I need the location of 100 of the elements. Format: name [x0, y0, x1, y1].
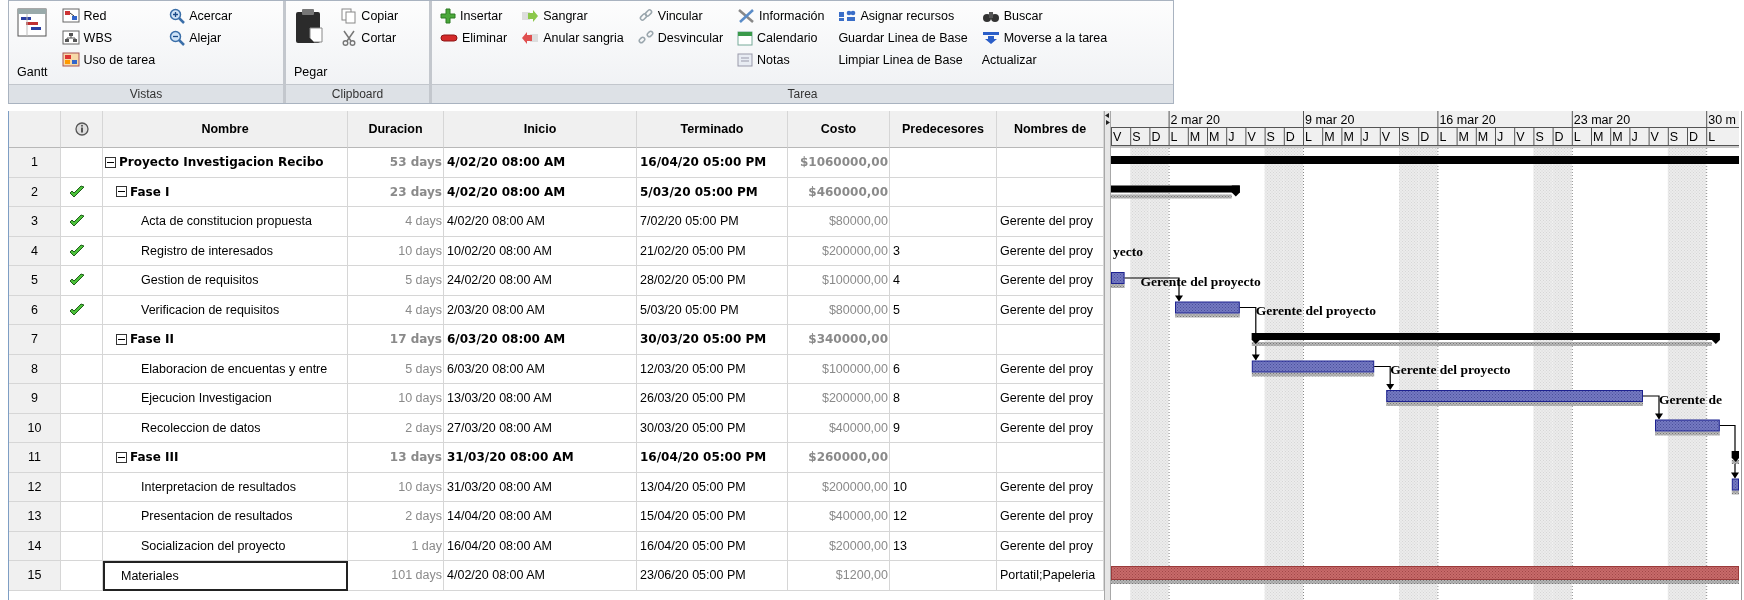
collapse-toggle-icon[interactable]: [116, 186, 127, 198]
copy-icon: [341, 7, 358, 24]
column-header[interactable]: Nombre: [103, 111, 348, 148]
table-cell: 26/03/20 05:00 PM: [637, 384, 788, 414]
ribbon-button[interactable]: Sangrar: [519, 5, 626, 26]
table-cell: 28/02/20 05:00 PM: [637, 266, 788, 296]
ribbon-button[interactable]: Vincular: [635, 5, 726, 26]
column-header[interactable]: Terminado: [637, 111, 788, 148]
table-cell: 4/02/20 08:00 AM: [444, 561, 637, 591]
table-cell: 15/04/20 05:00 PM: [637, 502, 788, 532]
ribbon-button[interactable]: Pegar: [292, 5, 330, 81]
ribbon-button[interactable]: Gantt: [15, 5, 50, 81]
hierarchy-icon: [61, 30, 80, 45]
ribbon-button[interactable]: Alejar: [167, 27, 235, 48]
collapse-toggle-icon[interactable]: [105, 156, 116, 168]
table-cell: 12: [890, 502, 997, 532]
day-label: D: [1554, 130, 1564, 144]
task-name: Interpretacion de resultados: [141, 479, 296, 494]
collapse-toggle-icon[interactable]: [116, 451, 127, 463]
group-label: Tarea: [432, 84, 1173, 103]
baseline-bar: [1731, 490, 1739, 495]
column-header[interactable]: Duracion: [348, 111, 444, 148]
ribbon-button[interactable]: Uso de tarea: [59, 49, 158, 70]
task-name: Gestion de requisitos: [141, 273, 259, 288]
plus-icon: [440, 7, 456, 24]
column-header[interactable]: Predecesores: [890, 111, 997, 148]
day-label: S: [1669, 130, 1679, 144]
table-cell: 2/03/20 08:00 AM: [444, 295, 637, 325]
table-cell: $200000,00: [788, 472, 890, 502]
ribbon-button[interactable]: Cortar: [339, 27, 401, 48]
indent-arrow-icon: [521, 8, 540, 23]
clipboard-icon: [294, 8, 324, 44]
ribbon-button[interactable]: Copiar: [339, 5, 401, 26]
row-number: 2: [9, 177, 61, 207]
table-cell: 5/03/20 05:00 PM: [637, 177, 788, 207]
ribbon-button[interactable]: Insertar: [438, 5, 510, 26]
task-name: Acta de constitucion propuesta: [141, 214, 312, 229]
day-label: V: [1381, 130, 1391, 144]
ribbon-button[interactable]: Guardar Linea de Base: [836, 27, 970, 48]
people-icon: [838, 8, 857, 23]
table-cell: $80000,00: [788, 295, 890, 325]
ribbon-button[interactable]: Asignar recursos: [836, 5, 970, 26]
table-cell: 12/03/20 05:00 PM: [637, 354, 788, 384]
collapse-toggle-icon[interactable]: [116, 333, 127, 345]
ribbon-button[interactable]: Limpiar Linea de Base: [836, 49, 970, 70]
day-label: M: [1612, 130, 1623, 144]
column-header[interactable]: [61, 111, 103, 148]
usage-grid-icon: [61, 52, 80, 67]
summary-bar: [1731, 451, 1739, 462]
zoom-out-icon: [169, 29, 186, 46]
task-name: Recoleccion de datos: [141, 420, 261, 435]
week-label: 23 mar 20: [1573, 113, 1631, 127]
ribbon-button[interactable]: Eliminar: [438, 27, 510, 48]
ribbon-button[interactable]: Acercar: [167, 5, 235, 26]
table-cell: 4/02/20 08:00 AM: [444, 148, 637, 178]
task-name: Fase III: [130, 450, 179, 465]
bar-label: yecto: [1113, 244, 1143, 259]
ribbon-button[interactable]: Actualizar: [979, 49, 1110, 70]
calendar-icon: [737, 29, 754, 46]
table-cell: 6: [890, 354, 997, 384]
row-number: 14: [9, 531, 61, 561]
column-header[interactable]: Costo: [788, 111, 890, 148]
task-name: Elaboracion de encuentas y entre: [141, 361, 328, 376]
ribbon-button[interactable]: Calendario: [735, 27, 827, 48]
table-cell: 13 days: [348, 443, 444, 473]
splitter-arrows-icon: [1105, 113, 1110, 125]
table-cell: 16/04/20 05:00 PM: [637, 443, 788, 473]
table-cell: 30/03/20 05:00 PM: [637, 325, 788, 355]
bar-label: Gerente del proyecto: [1390, 362, 1511, 377]
scissors-icon: [341, 29, 358, 46]
table-cell: 9: [890, 413, 997, 443]
info-icon: [74, 122, 89, 136]
day-label: V: [1650, 130, 1659, 144]
ribbon-button[interactable]: Información: [735, 5, 827, 26]
group-label: Clipboard: [286, 84, 429, 103]
table-cell: 101 days: [348, 561, 444, 591]
ribbon-button[interactable]: Notas: [735, 49, 827, 70]
table-cell: 16/04/20 05:00 PM: [637, 531, 788, 561]
day-label: M: [1477, 130, 1489, 144]
row-number: 4: [9, 236, 61, 266]
gantt-chart-icon: [17, 8, 47, 38]
table-cell: $100000,00: [788, 354, 890, 384]
zoom-in-icon: [169, 7, 186, 24]
ribbon-button[interactable]: Desvincular: [635, 27, 726, 48]
day-label: M: [1593, 130, 1604, 144]
row-number: 7: [9, 325, 61, 355]
table-cell: 10 days: [348, 236, 444, 266]
day-label: V: [1516, 130, 1525, 144]
ribbon-button[interactable]: Buscar: [979, 5, 1110, 26]
day-label: L: [1305, 130, 1312, 144]
ribbon-button[interactable]: Moverse a la tarea: [979, 27, 1110, 48]
ribbon-button[interactable]: Red: [59, 5, 158, 26]
table-cell: 5/03/20 05:00 PM: [637, 295, 788, 325]
table-cell: 21/02/20 05:00 PM: [637, 236, 788, 266]
ribbon-button[interactable]: Anular sangria: [519, 27, 626, 48]
day-label: D: [1151, 130, 1161, 144]
task-bar: [1111, 272, 1125, 284]
table-cell: $40000,00: [788, 502, 890, 532]
column-header[interactable]: Inicio: [444, 111, 637, 148]
ribbon-button[interactable]: WBS: [59, 27, 158, 48]
